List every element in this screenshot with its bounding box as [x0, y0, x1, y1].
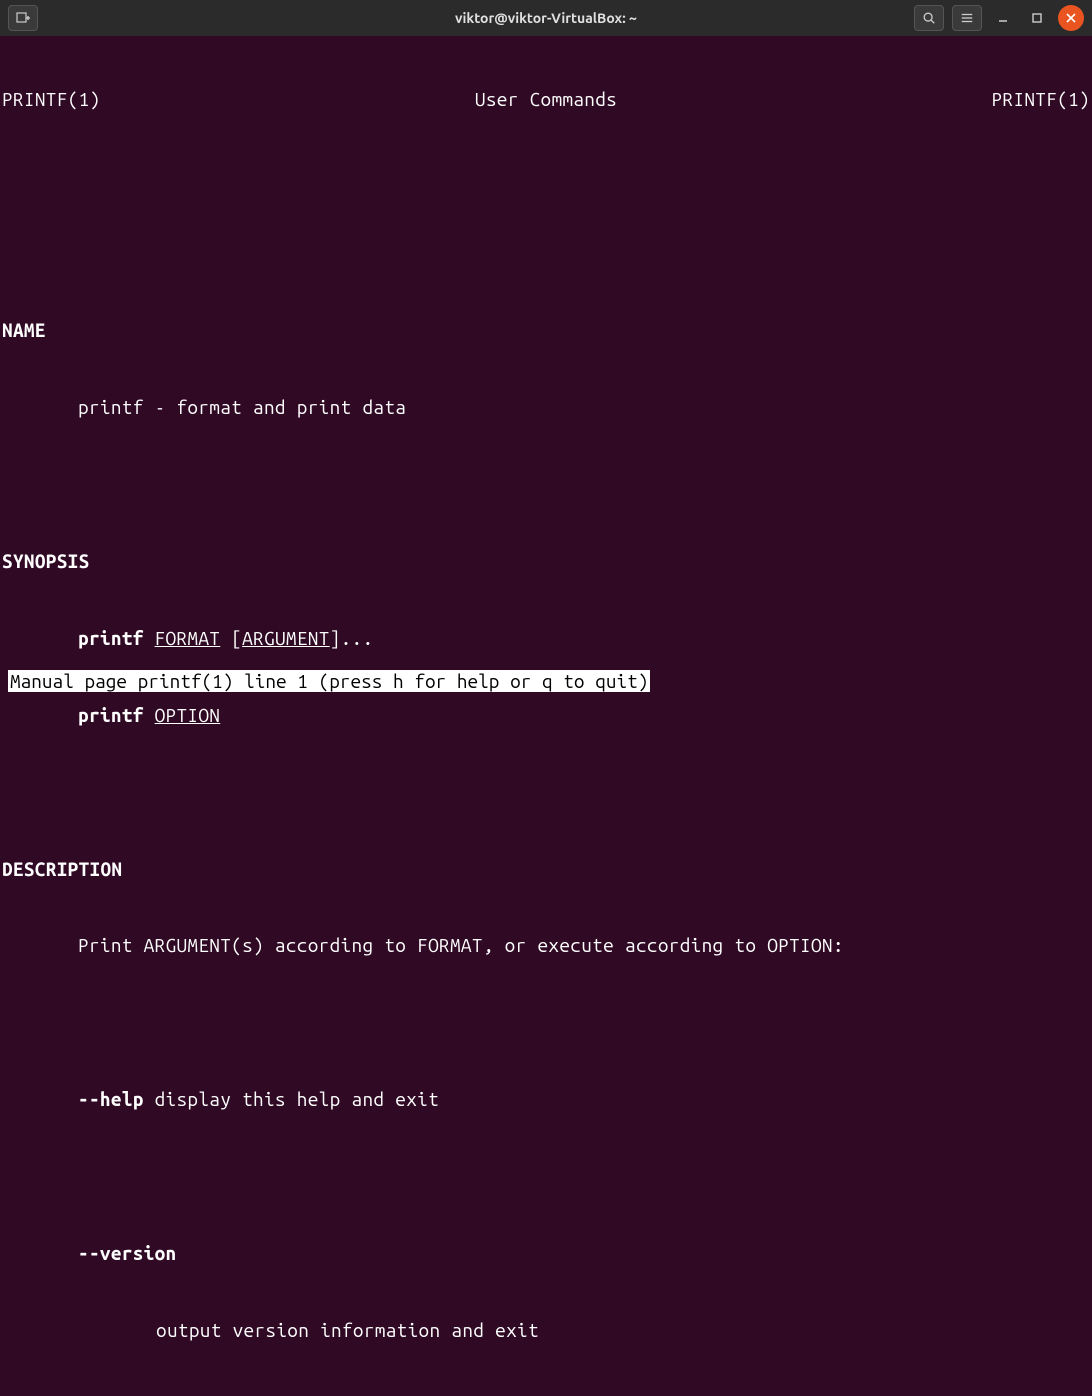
search-button[interactable] — [914, 5, 944, 31]
blank-line — [0, 164, 1092, 190]
synopsis-argument: ARGUMENT — [242, 627, 330, 649]
man-statusbar: Manual page printf(1) line 1 (press h fo… — [8, 670, 650, 692]
synopsis-bracket-close: ]... — [330, 627, 374, 649]
synopsis-format: FORMAT — [155, 627, 221, 649]
hamburger-icon — [960, 11, 974, 25]
minimize-button[interactable] — [990, 5, 1016, 31]
close-icon — [1066, 13, 1076, 23]
menu-button[interactable] — [952, 5, 982, 31]
blank-line — [0, 1164, 1092, 1190]
section-name-head: NAME — [0, 318, 1092, 344]
synopsis-bracket-open: [ — [220, 627, 242, 649]
description-intro: Print ARGUMENT(s) according to FORMAT, o… — [0, 933, 1092, 959]
help-flag: --help — [78, 1088, 144, 1110]
close-button[interactable] — [1058, 5, 1084, 31]
blank-line — [0, 1010, 1092, 1036]
synopsis-line-2: printf OPTION — [0, 703, 1092, 729]
maximize-icon — [1031, 12, 1043, 24]
synopsis-cmd: printf — [78, 627, 144, 649]
minimize-icon — [997, 12, 1009, 24]
synopsis-line-1: printf FORMAT [ARGUMENT]... — [0, 626, 1092, 652]
titlebar-right — [914, 5, 1084, 31]
section-description-head: DESCRIPTION — [0, 857, 1092, 883]
version-flag: --version — [0, 1241, 1092, 1267]
option-help: --help display this help and exit — [0, 1087, 1092, 1113]
synopsis-option: OPTION — [155, 704, 221, 726]
man-header-left: PRINTF(1) — [2, 87, 100, 113]
new-tab-icon — [15, 10, 31, 26]
blank-line — [0, 1395, 1092, 1396]
synopsis-cmd2: printf — [78, 704, 144, 726]
man-header-right: PRINTF(1) — [992, 87, 1090, 113]
man-header-row: PRINTF(1) User Commands PRINTF(1) — [0, 87, 1092, 113]
section-name-body: printf - format and print data — [0, 395, 1092, 421]
titlebar-left — [8, 5, 38, 31]
blank-line — [0, 241, 1092, 267]
section-synopsis-head: SYNOPSIS — [0, 549, 1092, 575]
version-text: output version information and exit — [0, 1318, 1092, 1344]
terminal-content[interactable]: PRINTF(1) User Commands PRINTF(1) NAME p… — [0, 36, 1092, 1396]
maximize-button[interactable] — [1024, 5, 1050, 31]
blank-line — [0, 472, 1092, 498]
new-tab-button[interactable] — [8, 5, 38, 31]
man-header-center: User Commands — [475, 87, 617, 113]
help-text: display this help and exit — [144, 1088, 439, 1110]
window-titlebar: viktor@viktor-VirtualBox: ~ — [0, 0, 1092, 36]
search-icon — [922, 11, 936, 25]
blank-line — [0, 780, 1092, 806]
window-title: viktor@viktor-VirtualBox: ~ — [455, 10, 637, 26]
